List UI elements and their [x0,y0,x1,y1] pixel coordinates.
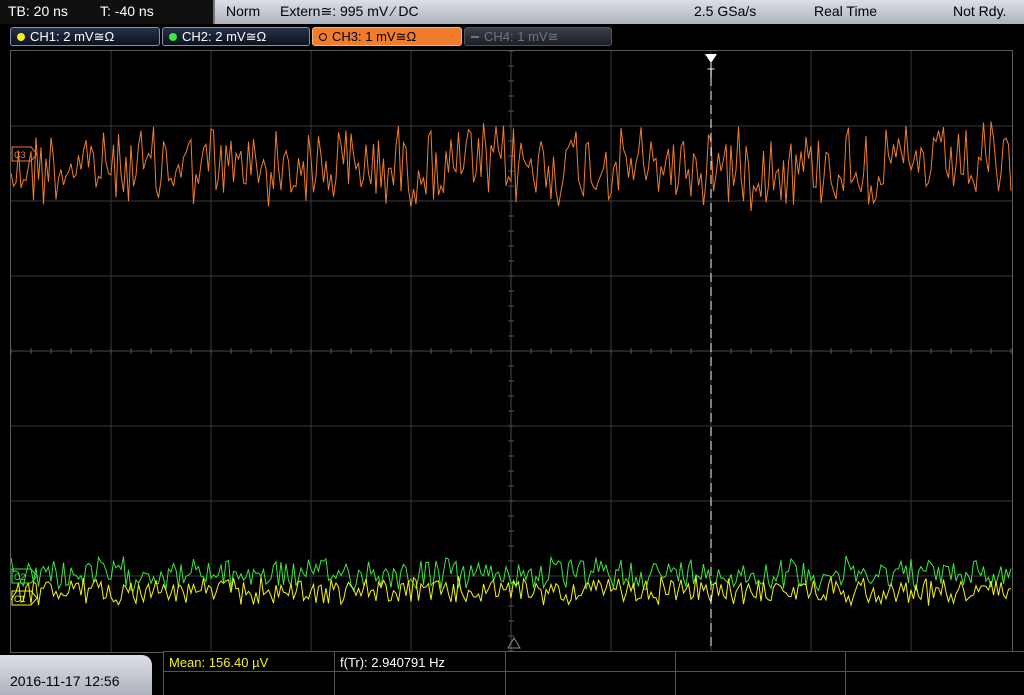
channel-1-label: CH1: 2 mV≅Ω [30,28,115,44]
ready-status: Not Rdy. [953,3,1007,19]
ground-marker-icon [507,637,521,649]
acquisition-mode: Real Time [814,3,878,19]
graticule [11,51,1012,652]
measurement-bar[interactable]: Mean: 156.40 µV f(Tr): 2.940791 Hz [163,651,1024,695]
channel-bar: CH1: 2 mV≅Ω CH2: 2 mV≅Ω CH3: 1 mV≅Ω CH4:… [0,24,1024,50]
datetime-panel: 2016-11-17 12:56 [0,655,152,695]
channel-4-button[interactable]: CH4: 1 mV≅ [464,27,612,46]
trigger-offset-label: T: -40 ns [100,3,154,19]
timebase-panel[interactable]: TB: 20 ns T: -40 ns [0,0,215,24]
trigger-source[interactable]: Extern≅: 995 mV ⁄ DC [280,3,419,20]
channel-2-label: CH2: 2 mV≅Ω [182,28,267,44]
ch2-marker-label: C2 [14,572,26,582]
ch1-color-icon [17,32,25,41]
sample-rate: 2.5 GSa/s [694,3,757,19]
trigger-marker-icon[interactable] [705,54,717,63]
channel-3-label: CH3: 1 mV≅Ω [332,28,417,44]
ch1-marker-label: C1 [14,594,26,604]
ch3-color-icon [319,32,327,41]
timebase-label: TB: 20 ns [8,3,68,19]
ch3-offset-marker[interactable]: C3 [11,146,38,162]
channel-3-button[interactable]: CH3: 1 mV≅Ω [312,27,462,46]
trigger-marker-label: T [707,66,715,80]
status-bar: TB: 20 ns T: -40 ns Norm Extern≅: 995 mV… [0,0,1024,24]
frequency-measurement[interactable]: f(Tr): 2.940791 Hz [340,655,445,670]
ch2-color-icon [169,32,177,41]
channel-2-button[interactable]: CH2: 2 mV≅Ω [162,27,310,46]
ch3-marker-label: C3 [14,150,26,160]
ch1-offset-marker[interactable]: C1 [11,590,38,606]
waveform-canvas: T C3 C2 C1 [11,51,1012,652]
ch4-off-icon [471,35,479,38]
channel-4-label: CH4: 1 mV≅ [484,28,559,44]
channel-1-button[interactable]: CH1: 2 mV≅Ω [10,27,160,46]
datetime-label: 2016-11-17 12:56 [10,673,120,689]
mean-measurement[interactable]: Mean: 156.40 µV [169,655,268,670]
trigger-mode[interactable]: Norm [226,3,260,19]
waveform-display[interactable]: T C3 C2 C1 [10,50,1013,653]
